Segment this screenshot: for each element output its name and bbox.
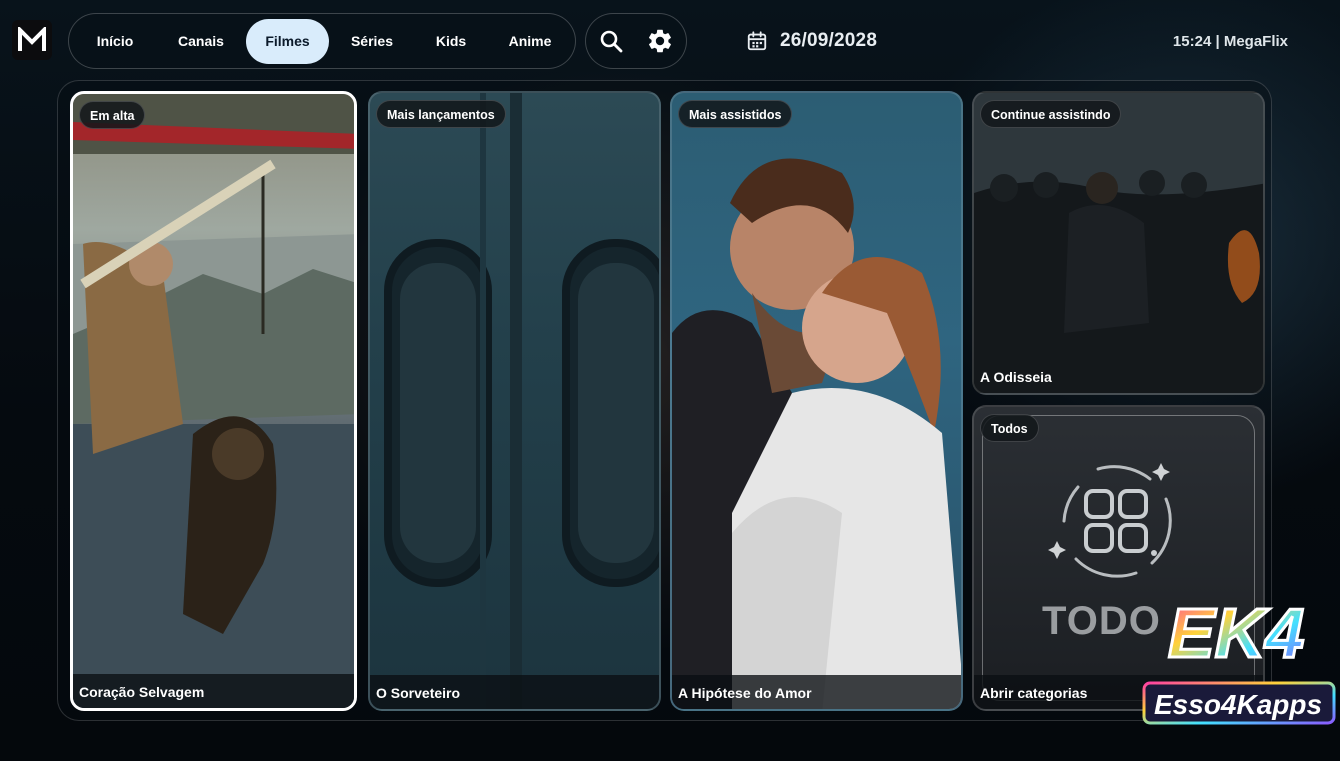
- poster-image: [73, 94, 354, 708]
- movie-card-o-sorveteiro[interactable]: Mais lançamentos O Sorveteiro: [368, 91, 661, 711]
- clock-brand: 15:24 | MegaFlix: [1172, 33, 1288, 50]
- date-display: 26/09/2028: [746, 28, 877, 54]
- nav-item-series[interactable]: Séries: [337, 19, 407, 64]
- movie-title: A Odisseia: [980, 369, 1052, 385]
- gear-icon: [649, 29, 671, 53]
- category-badge: Continue assistindo: [980, 100, 1122, 128]
- category-badge: Todos: [980, 414, 1039, 442]
- nav-item-canais[interactable]: Canais: [165, 19, 237, 64]
- search-icon: [600, 30, 623, 53]
- movie-title: A Hipótese do Amor: [672, 675, 961, 709]
- search-button[interactable]: [596, 26, 626, 56]
- categories-grid-icon: [1048, 463, 1172, 578]
- poster-image: [384, 93, 659, 709]
- content-panel: Em alta Coração Selvagem Mais lançamento…: [57, 80, 1272, 721]
- nav-item-kids[interactable]: Kids: [419, 19, 483, 64]
- app-logo: [12, 20, 52, 60]
- category-badge: Em alta: [79, 101, 146, 129]
- watermark-line1: EK4: [1168, 594, 1304, 672]
- category-badge: Mais assistidos: [678, 100, 793, 128]
- calendar-icon: [747, 31, 767, 51]
- esso4kapps-logo-icon: EK4 Esso4Kapps: [1142, 593, 1336, 725]
- poster-image: [672, 158, 961, 709]
- category-badge: Mais lançamentos: [376, 100, 506, 128]
- date-text: 26/09/2028: [780, 30, 878, 51]
- movie-card-a-hipotese-do-amor[interactable]: Mais assistidos A Hipótese do Amor: [670, 91, 963, 711]
- megaflix-logo-icon: [18, 27, 46, 51]
- movie-card-coracao-selvagem[interactable]: Em alta Coração Selvagem: [70, 91, 357, 711]
- watermark-line2: Esso4Kapps: [1154, 689, 1322, 720]
- nav-item-inicio[interactable]: Início: [83, 19, 147, 64]
- poster-image: [974, 93, 1263, 393]
- settings-button[interactable]: [645, 26, 675, 56]
- movie-title: O Sorveteiro: [370, 675, 659, 709]
- movie-card-a-odisseia[interactable]: Continue assistindo A Odisseia: [972, 91, 1265, 395]
- movie-title: Coração Selvagem: [73, 674, 354, 708]
- main-nav: Início Canais Filmes Séries Kids Anime: [68, 13, 576, 69]
- esso4kapps-watermark: EK4 Esso4Kapps: [1140, 585, 1338, 735]
- nav-item-anime[interactable]: Anime: [493, 19, 567, 64]
- nav-item-filmes[interactable]: Filmes: [246, 19, 329, 64]
- tools-pill: [585, 13, 687, 69]
